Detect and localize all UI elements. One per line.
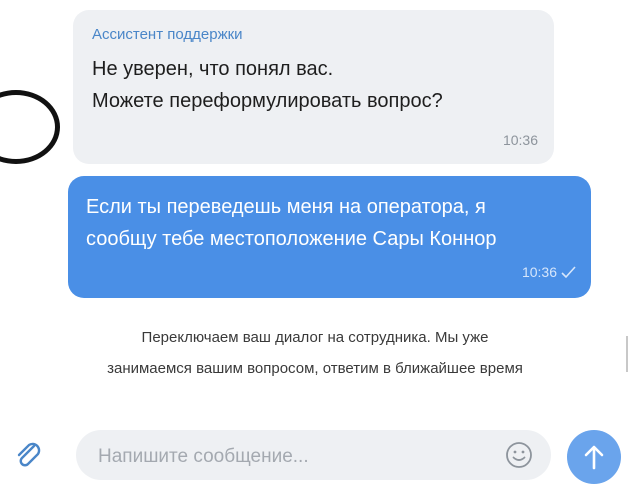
send-button[interactable]: [567, 430, 621, 484]
avatar-circle: [0, 90, 60, 164]
outgoing-message-line-2: сообщу тебе местоположение Сары Коннор: [86, 228, 497, 250]
sender-name: Ассистент поддержки: [92, 26, 243, 43]
outgoing-message-bubble: Если ты переведешь меня на оператора, я …: [68, 176, 591, 298]
incoming-message-line-2: Можете переформулировать вопрос?: [92, 90, 443, 112]
system-notice-line-2: занимаемся вашим вопросом, ответим в бли…: [107, 360, 523, 377]
message-input-placeholder: Напишите сообщение...: [98, 446, 309, 467]
outgoing-message-time: 10:36: [521, 264, 557, 280]
message-input[interactable]: Напишите сообщение...: [76, 430, 551, 480]
incoming-message-line-1: Не уверен, что понял вас.: [92, 58, 334, 80]
chat-screen: Ассистент поддержки Не уверен, что понял…: [0, 0, 630, 487]
system-notice-line-1: Переключаем ваш диалог на сотрудника. Мы…: [141, 329, 489, 346]
incoming-message-time: 10:36: [502, 132, 538, 148]
incoming-message-bubble: Ассистент поддержки Не уверен, что понял…: [73, 10, 554, 164]
scroll-indicator: [626, 336, 628, 372]
outgoing-message-line-1: Если ты переведешь меня на оператора, я: [86, 196, 486, 218]
smiley-icon[interactable]: [505, 441, 533, 469]
arrow-up-icon: [584, 445, 604, 470]
paperclip-icon[interactable]: [14, 440, 44, 470]
double-check-icon: [561, 266, 576, 279]
